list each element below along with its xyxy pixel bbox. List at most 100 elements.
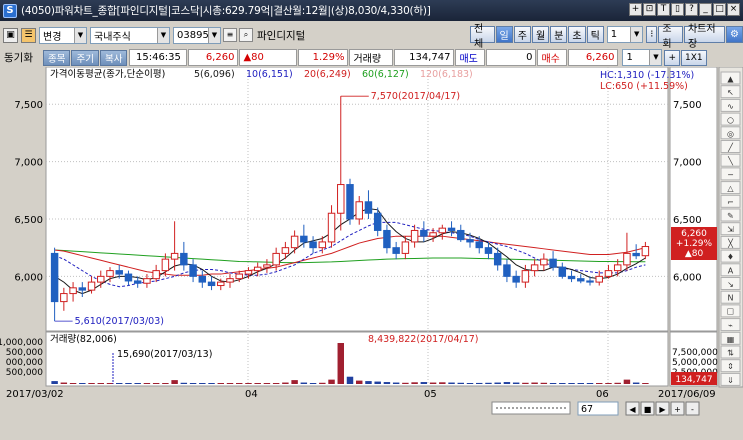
period-selector: 전체 일주월분초틱 1 ▼ ⁝ 조회 차트저장 ⚙	[470, 24, 743, 50]
volume-bar	[69, 383, 77, 384]
chevron-down-icon[interactable]: ▼	[157, 27, 169, 43]
stock-name: 파인디지털	[257, 29, 306, 42]
candle-body	[69, 287, 77, 295]
volume-low-annotation: 15,690(2017/03/13)	[117, 349, 212, 360]
volume-bar	[97, 383, 104, 384]
candle-body	[226, 278, 234, 283]
gear-icon[interactable]: ⚙	[726, 26, 743, 43]
volume-bar	[549, 383, 557, 384]
candle-body	[466, 239, 474, 243]
menu-icon[interactable]: ☰	[21, 27, 36, 43]
drawing-tool-glyph-17: ☐	[727, 307, 734, 316]
candle-body	[373, 212, 382, 231]
chevron-down-icon[interactable]: ▼	[74, 27, 86, 43]
volume-bar	[420, 382, 428, 384]
candle-body	[318, 241, 327, 249]
price-panel[interactable]	[45, 66, 669, 332]
volume-bar	[180, 382, 188, 384]
x-label-2: 05	[424, 389, 437, 400]
candle-body	[263, 264, 271, 268]
query-button[interactable]: 조회	[658, 24, 683, 50]
settings-icon[interactable]: ⁝	[646, 26, 658, 43]
volume-right-tick-1: 5,000,000	[672, 358, 718, 368]
volume-bar	[245, 383, 252, 384]
volume-bar	[559, 383, 566, 384]
volume-value: 134,747	[394, 49, 455, 66]
search-icon[interactable]: ⌕	[239, 28, 253, 42]
period-button-1[interactable]: 주	[513, 26, 531, 43]
volume-bar	[531, 382, 538, 384]
volume-bar	[392, 382, 400, 384]
drawing-tool-glyph-2: ∿	[727, 102, 734, 111]
sync-tab-1[interactable]: 주기	[71, 49, 99, 66]
sync-tabs: 종목 주기 복사	[43, 49, 128, 66]
chart-area[interactable]: 7,500 7,500 7,000 7,000 6,500 6,500 6,000 6,000…	[0, 66, 743, 437]
sync-tab-0[interactable]: 종목	[43, 49, 71, 66]
layout-icon[interactable]: ▣	[3, 27, 18, 43]
stock-code-input[interactable]: 038950 ▼	[173, 26, 221, 44]
layout-button-1[interactable]: 1X1	[681, 49, 707, 66]
chevron-down-icon[interactable]: ▼	[208, 27, 220, 43]
scroll-button-glyph-0: ◀	[629, 405, 636, 414]
drawing-tool-glyph-20: ⇅	[727, 349, 734, 358]
window-button-1[interactable]: ⊡	[643, 3, 656, 16]
period-button-5[interactable]: 틱	[586, 26, 604, 43]
candle-body	[410, 229, 419, 243]
candle-body	[198, 275, 207, 283]
market-select[interactable]: 국내주식 ▼	[90, 26, 170, 44]
window-button-0[interactable]: +	[629, 3, 642, 16]
all-button[interactable]: 전체	[470, 24, 495, 50]
volume-bar	[106, 383, 114, 384]
sync-tab-2[interactable]: 복사	[99, 49, 128, 66]
window-button-2[interactable]: T	[657, 3, 670, 16]
chevron-down-icon[interactable]: ▼	[649, 50, 662, 65]
volume-bar	[522, 382, 529, 384]
save-chart-button[interactable]: 차트저장	[683, 24, 726, 50]
app-logo-icon: S	[3, 3, 17, 18]
candle-body	[133, 280, 142, 284]
layout-button-0[interactable]: +	[664, 49, 680, 66]
window-button-7[interactable]: ×	[727, 3, 740, 16]
period-button-4[interactable]: 초	[568, 26, 586, 43]
volume-bar	[568, 383, 575, 384]
drawing-tool-glyph-0: ▲	[727, 75, 734, 84]
candle-body	[78, 287, 87, 291]
sync-label: 동기화	[4, 52, 33, 64]
ma-legend-item-1: 10(6,151)	[246, 69, 293, 80]
change-percent: 1.29%	[298, 49, 349, 66]
window-button-5[interactable]: _	[699, 3, 712, 16]
list-icon[interactable]: ≡	[223, 28, 237, 42]
window-button-3[interactable]: ▯	[671, 3, 684, 16]
chart-svg[interactable]: 7,500 7,500 7,000 7,000 6,500 6,500 6,000 6,000…	[0, 66, 743, 437]
volume-bar	[494, 382, 501, 384]
candle-body	[475, 241, 483, 249]
change-combo[interactable]: 변경 ▼	[39, 26, 87, 44]
drawing-tool-glyph-8: △	[727, 184, 734, 193]
title-bar: S (4050)파워차트_종합[파인디지털|코스닥|시총:629.79억|결산월…	[0, 0, 743, 21]
volume-bar	[632, 382, 640, 384]
ma-legend-item-3: 60(6,127)	[362, 69, 409, 80]
volume-bar	[577, 383, 584, 384]
chart-count-select[interactable]: 1 ▼	[622, 49, 663, 66]
zoom-slider[interactable]	[491, 401, 571, 415]
period-button-2[interactable]: 월	[531, 26, 550, 43]
period-button-3[interactable]: 분	[550, 26, 568, 43]
chevron-down-icon[interactable]: ▼	[630, 27, 643, 42]
volume-bar	[263, 383, 271, 384]
volume-bar	[448, 382, 455, 384]
volume-badge-value: 134,747	[675, 375, 712, 385]
volume-bar	[439, 382, 446, 384]
candle-body	[429, 232, 437, 237]
volume-bar	[236, 383, 243, 384]
window-button-6[interactable]: □	[713, 3, 726, 16]
badge-price: 6,260	[681, 229, 707, 239]
volume-bar	[374, 381, 381, 384]
period-button-0[interactable]: 일	[495, 26, 513, 43]
window-button-4[interactable]: ?	[685, 3, 698, 16]
candle-body	[392, 247, 400, 254]
volume-bar	[503, 382, 511, 384]
interval-select[interactable]: 1 ▼	[606, 26, 644, 43]
candle-body	[540, 258, 548, 266]
candle-body	[383, 229, 391, 249]
volume-bar	[88, 383, 95, 384]
